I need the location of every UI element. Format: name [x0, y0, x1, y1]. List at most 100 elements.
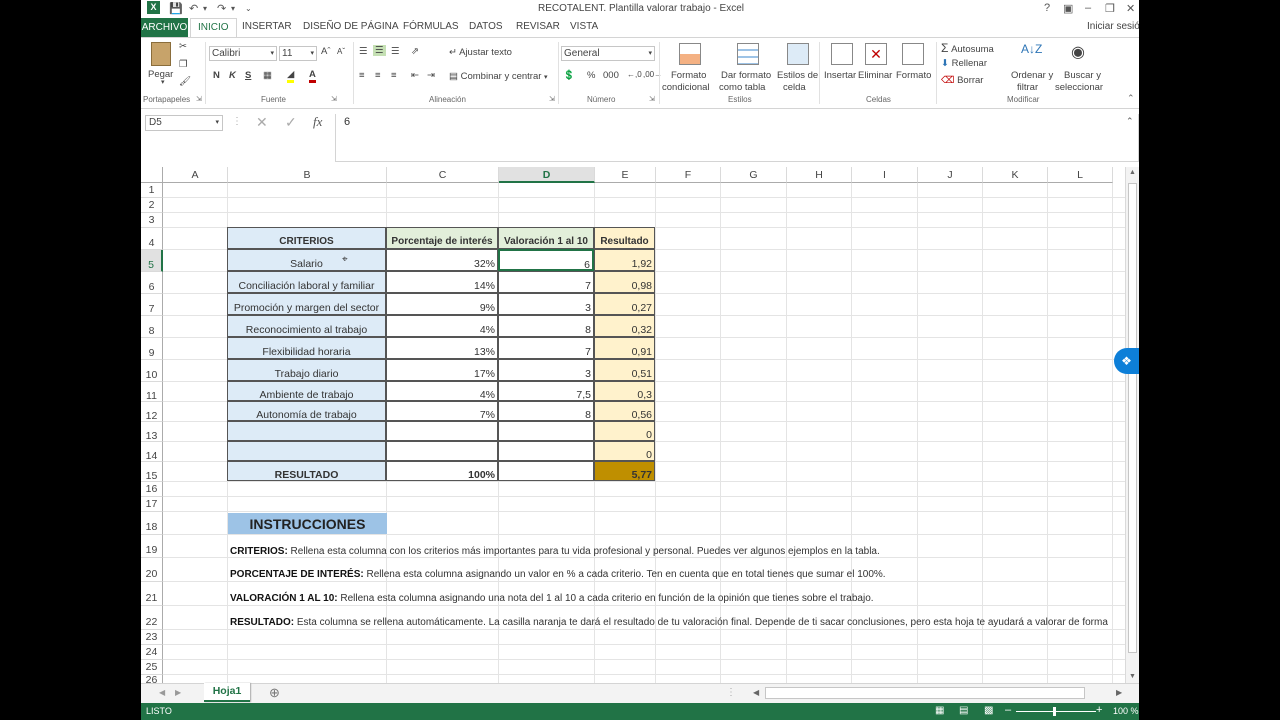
row-header[interactable]: 25	[141, 660, 163, 675]
format-cells-icon[interactable]	[902, 43, 924, 65]
name-box[interactable]: D5 ▾	[145, 115, 223, 131]
bold-button[interactable]: N	[213, 70, 220, 81]
horizontal-scroll-thumb[interactable]	[765, 687, 1085, 699]
scroll-right-icon[interactable]: ▶	[1116, 688, 1122, 697]
format-cells-button[interactable]: Formato	[896, 70, 931, 81]
alignment-launcher-icon[interactable]: ⇲	[549, 95, 555, 103]
row-header[interactable]: 24	[141, 645, 163, 660]
table-cell[interactable]: 7%	[386, 401, 498, 421]
row-header[interactable]: 20	[141, 558, 163, 582]
save-icon[interactable]: 💾	[169, 2, 183, 15]
cell-styles-line1[interactable]: Estilos de	[777, 70, 818, 81]
format-as-table-line1[interactable]: Dar formato	[721, 70, 771, 81]
undo-dropdown-icon[interactable]: ▾	[203, 4, 207, 13]
column-header[interactable]: K	[983, 167, 1048, 183]
normal-view-icon[interactable]: ▦	[935, 705, 944, 716]
column-header[interactable]: B	[228, 167, 387, 183]
new-sheet-icon[interactable]: ⊕	[269, 685, 280, 701]
table-cell[interactable]: 4%	[386, 315, 498, 337]
cut-icon[interactable]: ✂	[179, 41, 187, 52]
table-cell[interactable]: 0,91	[594, 337, 655, 359]
font-launcher-icon[interactable]: ⇲	[331, 95, 337, 103]
shrink-font-icon[interactable]: Aˇ	[337, 47, 345, 56]
table-cell[interactable]: 0,51	[594, 359, 655, 381]
row-header[interactable]: 10	[141, 360, 163, 382]
active-cell[interactable]: 6	[498, 249, 594, 271]
table-cell[interactable]: 8	[498, 401, 594, 421]
table-cell[interactable]: 0,32	[594, 315, 655, 337]
row-header[interactable]: 22	[141, 606, 163, 630]
column-header[interactable]: A	[163, 167, 228, 183]
row-header[interactable]: 12	[141, 402, 163, 422]
row-header[interactable]: 11	[141, 382, 163, 402]
tab-inicio[interactable]: INICIO	[190, 18, 237, 39]
table-cell[interactable]: 1,92	[594, 249, 655, 271]
table-cell[interactable]: 0	[594, 421, 655, 441]
row-header[interactable]: 5	[141, 250, 163, 272]
vertical-scroll-thumb[interactable]	[1128, 183, 1137, 653]
table-cell[interactable]: 32%	[386, 249, 498, 271]
table-cell[interactable]: 7	[498, 271, 594, 293]
table-cell[interactable]: 8	[498, 315, 594, 337]
expand-formula-bar-icon[interactable]: ⌃	[1126, 116, 1134, 127]
sheet-tab-hoja1[interactable]: Hoja1	[204, 683, 250, 702]
column-header[interactable]: C	[387, 167, 499, 183]
paste-dropdown-icon[interactable]: ▾	[161, 78, 165, 86]
italic-button[interactable]: K	[229, 70, 236, 81]
align-center-icon[interactable]: ≡	[375, 70, 381, 81]
decrease-indent-icon[interactable]: ⇤	[411, 70, 419, 81]
increase-decimal-icon[interactable]: ←,0	[627, 70, 642, 79]
align-left-icon[interactable]: ≡	[359, 70, 365, 81]
tab-datos[interactable]: DATOS	[469, 21, 503, 32]
increase-indent-icon[interactable]: ⇥	[427, 70, 435, 81]
dropbox-icon[interactable]: ❖	[1114, 348, 1139, 374]
prev-sheet-icon[interactable]: ◀	[159, 688, 165, 697]
undo-icon[interactable]: ↶	[189, 2, 198, 15]
collapse-ribbon-icon[interactable]: ⌃	[1127, 93, 1135, 104]
table-cell[interactable]: 0,27	[594, 293, 655, 315]
scroll-left-icon[interactable]: ◀	[753, 688, 759, 697]
table-cell[interactable]: Trabajo diario	[227, 359, 386, 381]
row-header[interactable]: 21	[141, 582, 163, 606]
table-cell[interactable]: 3	[498, 359, 594, 381]
sign-in-link[interactable]: Iniciar sesió	[1087, 21, 1139, 32]
table-cell[interactable]: Salario	[227, 249, 386, 271]
worksheet-grid[interactable]: ABCDEFGHIJKL 1 2 3 4 5 6 7 8 9 10 11 12 13 14 15 16 17 18…	[141, 167, 1125, 686]
table-cell[interactable]: Ambiente de trabajo	[227, 381, 386, 401]
conditional-format-line2[interactable]: condicional	[662, 82, 710, 93]
close-icon[interactable]: ✕	[1126, 2, 1135, 15]
sort-filter-line2[interactable]: filtrar	[1017, 82, 1038, 93]
row-header[interactable]: 16	[141, 482, 163, 497]
column-header[interactable]: F	[656, 167, 721, 183]
table-cell[interactable]: 13%	[386, 337, 498, 359]
row-header[interactable]: 6	[141, 272, 163, 294]
next-sheet-icon[interactable]: ▶	[175, 688, 181, 697]
conditional-format-icon[interactable]	[679, 43, 701, 65]
grow-font-icon[interactable]: Aˆ	[321, 46, 331, 57]
column-header[interactable]: D	[499, 167, 595, 183]
total-cell[interactable]: 100%	[386, 461, 498, 481]
row-header[interactable]: 15	[141, 462, 163, 482]
select-all-corner[interactable]	[141, 167, 163, 183]
zoom-in-icon[interactable]: +	[1096, 704, 1102, 716]
tab-diseno-pagina[interactable]: DISEÑO DE PÁGINA	[303, 21, 399, 32]
row-header[interactable]: 13	[141, 422, 163, 442]
align-middle-icon[interactable]: ☰	[373, 45, 386, 56]
align-right-icon[interactable]: ≡	[391, 70, 397, 81]
clipboard-launcher-icon[interactable]: ⇲	[196, 95, 202, 103]
column-header[interactable]: H	[787, 167, 852, 183]
merge-center-button[interactable]: ▤ Combinar y centrar ▾	[449, 71, 548, 82]
customize-qat-icon[interactable]: ⌄	[245, 4, 252, 13]
percent-icon[interactable]: %	[587, 70, 595, 81]
row-header[interactable]: 4	[141, 228, 163, 250]
zoom-out-icon[interactable]: –	[1005, 704, 1011, 716]
minimize-icon[interactable]: –	[1085, 2, 1091, 14]
delete-cells-button[interactable]: Eliminar	[858, 70, 892, 81]
find-select-line1[interactable]: Buscar y	[1064, 70, 1101, 81]
row-header[interactable]: 19	[141, 535, 163, 558]
underline-button[interactable]: S	[245, 70, 251, 81]
tab-insertar[interactable]: INSERTAR	[242, 21, 292, 32]
table-cell[interactable]	[386, 441, 498, 461]
insert-cells-button[interactable]: Insertar	[824, 70, 856, 81]
zoom-level[interactable]: 100 %	[1113, 706, 1139, 716]
